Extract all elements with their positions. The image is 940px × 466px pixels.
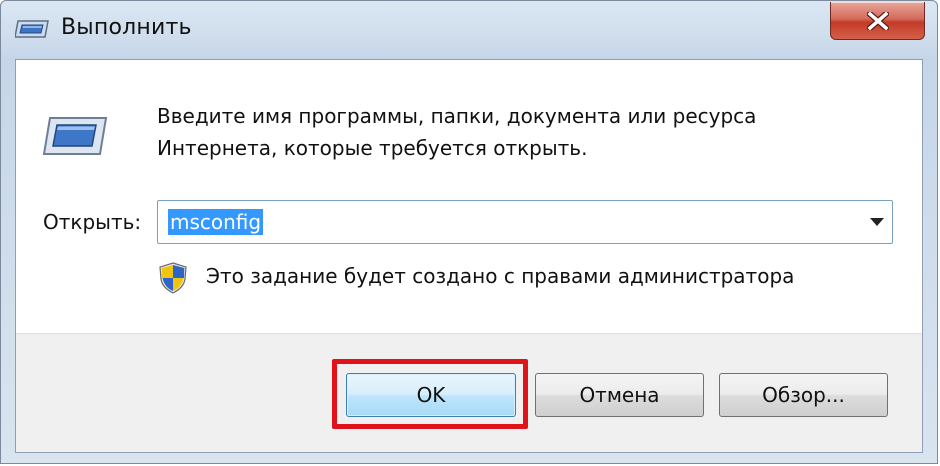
- close-icon: [866, 11, 889, 30]
- dialog-client-area: Введите имя программы, папки, документа …: [15, 59, 923, 453]
- dropdown-button[interactable]: [868, 215, 886, 229]
- chevron-down-icon: [870, 218, 884, 226]
- window-title: Выполнить: [61, 15, 192, 40]
- run-app-icon: [15, 20, 49, 38]
- description-line-1: Введите имя программы, папки, документа …: [157, 104, 757, 128]
- open-label: Открыть:: [43, 210, 142, 234]
- close-button[interactable]: [830, 2, 925, 40]
- uac-shield-icon: [159, 262, 187, 294]
- cancel-button[interactable]: Отмена: [535, 373, 704, 417]
- ok-button-highlight: [332, 359, 528, 429]
- dialog-description: Введите имя программы, папки, документа …: [157, 100, 877, 164]
- run-dialog-window: Выполнить Введите имя программы, папки, …: [0, 0, 938, 464]
- run-program-icon: [42, 117, 108, 155]
- admin-notice: Это задание будет создано с правами адми…: [206, 264, 795, 288]
- browse-button[interactable]: Обзор...: [719, 373, 888, 417]
- open-input-value[interactable]: msconfig: [168, 209, 264, 235]
- open-combobox[interactable]: msconfig: [157, 200, 893, 244]
- title-bar[interactable]: Выполнить: [1, 1, 937, 59]
- description-line-2: Интернета, которые требуется открыть.: [157, 136, 588, 160]
